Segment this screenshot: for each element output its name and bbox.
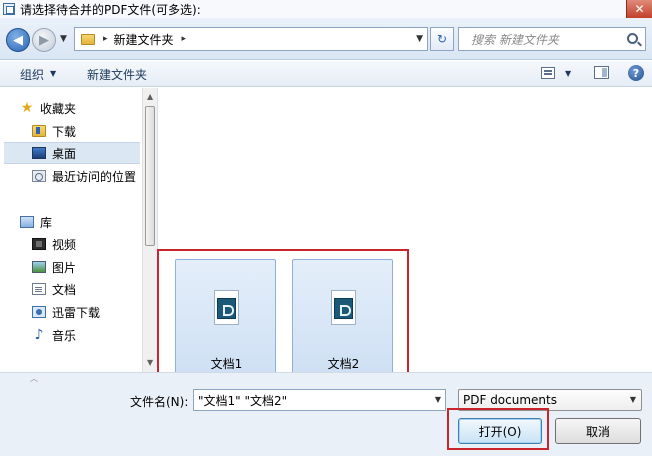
highlight-frame-open — [447, 408, 549, 450]
new-folder-button[interactable]: 新建文件夹 — [87, 66, 147, 83]
sidebar-item-downloads[interactable]: 下载 — [32, 120, 157, 142]
video-icon — [32, 238, 46, 250]
sidebar-item-favorites[interactable]: ★ 收藏夹 — [20, 97, 157, 119]
refresh-icon: ↻ — [436, 32, 448, 46]
refresh-button[interactable]: ↻ — [430, 27, 454, 51]
sidebar-item-libraries[interactable]: 库 — [20, 211, 157, 233]
recent-locations-dropdown-icon[interactable]: ▼ — [60, 34, 67, 44]
scroll-up-icon[interactable]: ▲ — [147, 92, 153, 101]
breadcrumb-separator-icon[interactable]: ▸ — [103, 34, 108, 44]
close-button[interactable]: ✕ — [626, 0, 652, 18]
sidebar-item-label: 库 — [40, 215, 53, 230]
library-icon — [20, 216, 34, 228]
collapse-chevron-icon: ︿ — [30, 374, 38, 383]
help-icon[interactable]: ? — [628, 65, 644, 81]
sidebar-item-label: 桌面 — [52, 146, 77, 161]
sidebar-item-pictures[interactable]: 图片 — [32, 256, 157, 278]
breadcrumb-new-folder[interactable]: 新建文件夹 — [114, 31, 174, 48]
organize-button[interactable]: 组织 — [20, 66, 44, 83]
filename-input[interactable]: "文档1" "文档2" ▼ — [193, 389, 446, 411]
sidebar-item-label: 下载 — [52, 124, 77, 139]
address-row: ◀ ▶ ▼ ▸ 新建文件夹 ▸ ▼ ↻ 搜索 新建文件夹 — [0, 18, 652, 60]
music-icon: ♪ — [34, 327, 44, 343]
scrollbar-thumb[interactable] — [145, 106, 155, 246]
documents-icon — [32, 283, 46, 295]
sidebar-item-label: 迅雷下载 — [52, 305, 101, 320]
pictures-icon — [32, 261, 46, 273]
app-icon — [3, 3, 15, 15]
sidebar-item-label: 图片 — [52, 260, 77, 275]
cancel-button[interactable]: 取消 — [555, 418, 641, 444]
sidebar-item-label: 最近访问的位置 — [52, 169, 137, 184]
window-title: 请选择待合并的PDF文件(可多选): — [20, 2, 201, 17]
folder-icon — [81, 33, 95, 45]
arrow-right-icon: ▶ — [39, 32, 49, 48]
search-input[interactable]: 搜索 新建文件夹 — [458, 27, 646, 51]
filename-value: "文档1" "文档2" — [198, 393, 288, 408]
arrow-left-icon: ◀ — [13, 32, 23, 48]
sidebar-item-documents[interactable]: 文档 — [32, 278, 157, 300]
sidebar-item-xunlei-downloads[interactable]: 迅雷下载 — [32, 301, 157, 323]
breadcrumb-separator-icon[interactable]: ▸ — [182, 34, 187, 44]
chevron-down-icon[interactable]: ▼ — [630, 395, 636, 404]
star-icon: ★ — [20, 100, 34, 116]
preview-pane-icon[interactable] — [594, 66, 609, 79]
highlight-frame-files — [157, 249, 409, 378]
download-folder-icon — [32, 125, 46, 137]
search-placeholder: 搜索 新建文件夹 — [471, 32, 559, 47]
address-dropdown-icon[interactable]: ▼ — [416, 34, 423, 44]
sidebar-item-label: 文档 — [52, 282, 77, 297]
scroll-down-icon[interactable]: ▼ — [147, 358, 153, 367]
xunlei-download-icon — [32, 306, 46, 318]
filename-label: 文件名(N): — [130, 395, 189, 409]
navigation-pane: ★ 收藏夹 下载 桌面 最近访问的位置 库 视频 图片 文档 迅雷下载 ♪ 音乐 — [0, 88, 158, 372]
sidebar-item-recent-places[interactable]: 最近访问的位置 — [32, 165, 157, 187]
sidebar-item-desktop[interactable]: 桌面 — [4, 142, 140, 164]
sidebar-item-videos[interactable]: 视频 — [32, 233, 157, 255]
sidebar-item-label: 视频 — [52, 237, 77, 252]
chevron-down-icon[interactable]: ▼ — [435, 395, 441, 404]
sidebar-item-label: 收藏夹 — [40, 101, 77, 116]
search-icon[interactable] — [627, 33, 638, 44]
forward-button[interactable]: ▶ — [32, 28, 56, 52]
desktop-icon — [32, 147, 46, 159]
title-bar: 请选择待合并的PDF文件(可多选): ✕ — [0, 0, 652, 18]
filetype-value: PDF documents — [463, 393, 557, 407]
change-view-icon[interactable] — [541, 67, 555, 79]
address-bar[interactable]: ▸ 新建文件夹 ▸ ▼ — [74, 27, 428, 51]
back-button[interactable]: ◀ — [6, 28, 30, 52]
file-dialog-footer: ︿ 文件名(N): "文档1" "文档2" ▼ PDF documents ▼ — [0, 372, 652, 456]
command-toolbar: 组织 ▼ 新建文件夹 ▼ ? — [0, 61, 652, 87]
recent-places-icon — [32, 170, 46, 182]
chevron-down-icon[interactable]: ▼ — [50, 69, 56, 78]
sidebar-item-music[interactable]: ♪ 音乐 — [32, 324, 157, 346]
nav-pane-scrollbar[interactable]: ▲ ▼ — [142, 88, 157, 372]
sidebar-item-label: 音乐 — [52, 328, 77, 343]
view-options-dropdown-icon[interactable]: ▼ — [565, 69, 571, 78]
